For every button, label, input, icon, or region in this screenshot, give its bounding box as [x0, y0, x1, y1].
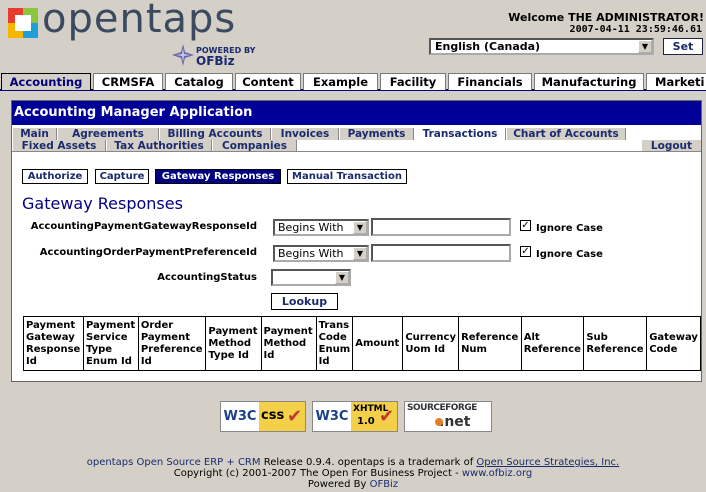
- open-source-strategies-link[interactable]: Open Source Strategies, Inc.: [476, 457, 619, 468]
- footer-release: Release 0.9.4. opentaps is a trademark o…: [263, 457, 474, 468]
- chevron-down-icon[interactable]: ▼: [353, 221, 367, 234]
- chevron-down-icon[interactable]: ▼: [353, 247, 367, 260]
- footer-copyright: Copyright (c) 2001-2007 The Open For Bus…: [173, 468, 459, 479]
- validation-badges: W3C css ✔ W3C XHTML 1.0 ✔ SOURCEFORGE .n…: [220, 401, 495, 433]
- order-payment-preference-ignore-case-label: Ignore Case: [536, 249, 603, 260]
- footer-product: opentaps Open Source ERP + CRM: [86, 457, 261, 468]
- ofbiz-org-link[interactable]: www.ofbiz.org: [462, 468, 532, 479]
- subnav-invoices[interactable]: Invoices: [271, 128, 339, 140]
- column-header[interactable]: Payment Method Type Id: [205, 316, 262, 371]
- order-payment-preference-operator-select[interactable]: Begins With ▼: [273, 245, 369, 262]
- logo-text: opentaps: [42, 0, 237, 42]
- application-panel: Accounting Manager Application Main Agre…: [11, 100, 702, 382]
- column-header[interactable]: Payment Gateway Response Id: [23, 316, 84, 371]
- welcome-message: Welcome THE ADMINISTRATOR!: [508, 11, 704, 24]
- sourceforge-dot-icon: [435, 418, 443, 426]
- subnav-main[interactable]: Main: [12, 128, 57, 140]
- opentaps-logo-mark-icon: [8, 8, 38, 38]
- gateway-response-ignore-case-label: Ignore Case: [536, 223, 603, 234]
- tab-catalog[interactable]: Catalog: [165, 73, 233, 90]
- subnav-chart-of-accounts[interactable]: Chart of Accounts: [506, 128, 626, 140]
- locale-select[interactable]: English (Canada) ▼: [429, 38, 654, 55]
- ofbiz-star-icon: [172, 44, 194, 66]
- gateway-response-operator-select[interactable]: Begins With ▼: [273, 219, 369, 236]
- subnav-transactions[interactable]: Transactions: [414, 128, 506, 140]
- subnav-payments[interactable]: Payments: [339, 128, 414, 140]
- opentaps-logo: opentaps POWERED BY OFBiz: [4, 0, 264, 68]
- authorize-button[interactable]: Authorize: [22, 169, 88, 184]
- subnav-billing-accounts[interactable]: Billing Accounts: [159, 128, 271, 140]
- table-header-row: Payment Gateway Response Id Payment Serv…: [23, 316, 701, 371]
- column-header[interactable]: Currency Uom Id: [402, 316, 460, 371]
- column-header[interactable]: Payment Service Type Enum Id: [83, 316, 139, 371]
- checkmark-icon: ✔: [287, 406, 303, 427]
- gateway-response-id-label: AccountingPaymentGatewayResponseId: [30, 221, 257, 232]
- order-payment-preference-operator-value: Begins With: [278, 247, 344, 260]
- w3c-label: W3C: [221, 402, 259, 431]
- tab-marketing[interactable]: Marketi: [646, 73, 706, 90]
- ofbiz-link[interactable]: OFBiz: [370, 479, 399, 490]
- ofbiz-label: OFBiz: [196, 54, 235, 68]
- sourceforge-badge[interactable]: SOURCEFORGE .net: [404, 401, 492, 432]
- footer-line-3: Powered By OFBiz: [0, 479, 706, 490]
- w3c-label: W3C: [313, 402, 351, 431]
- tab-accounting[interactable]: Accounting: [1, 73, 91, 90]
- status-label: AccountingStatus: [157, 272, 257, 283]
- app-title: Accounting Manager Application: [12, 101, 701, 125]
- current-datetime: 2007-04-11 23:59:46.61: [569, 24, 702, 35]
- sourceforge-label: SOURCEFORGE: [407, 403, 477, 413]
- app-sub-navigation: Main Agreements Billing Accounts Invoice…: [12, 128, 701, 152]
- column-header[interactable]: Reference Num: [458, 316, 522, 371]
- column-header[interactable]: Amount: [352, 316, 404, 371]
- gateway-response-operator-value: Begins With: [278, 221, 344, 234]
- subnav-agreements[interactable]: Agreements: [57, 128, 159, 140]
- footer-powered-by: Powered By: [307, 479, 367, 490]
- column-header[interactable]: Sub Reference: [583, 316, 648, 371]
- footer-line-2: Copyright (c) 2001-2007 The Open For Bus…: [0, 468, 706, 479]
- manual-transaction-button[interactable]: Manual Transaction: [287, 169, 407, 184]
- gateway-responses-button[interactable]: Gateway Responses: [155, 169, 281, 184]
- column-header[interactable]: Order Payment Preference Id: [137, 316, 207, 371]
- page-title: Gateway Responses: [22, 194, 183, 213]
- tab-content[interactable]: Content: [235, 73, 301, 90]
- chevron-down-icon[interactable]: ▼: [638, 40, 652, 53]
- tab-crmsfa[interactable]: CRMSFA: [93, 73, 163, 90]
- checkmark-icon: ✔: [379, 406, 395, 427]
- tab-facility[interactable]: Facility: [380, 73, 446, 90]
- w3c-css-badge[interactable]: W3C css ✔: [220, 401, 306, 432]
- gateway-response-id-input[interactable]: [371, 218, 511, 236]
- order-payment-preference-ignore-case-checkbox[interactable]: ✓: [520, 246, 531, 257]
- lookup-button[interactable]: Lookup: [271, 293, 338, 310]
- tab-example[interactable]: Example: [303, 73, 378, 90]
- locale-select-value: English (Canada): [435, 40, 541, 53]
- css-label: css: [261, 408, 285, 423]
- net-label: .net: [439, 414, 471, 430]
- chevron-down-icon[interactable]: ▼: [335, 271, 349, 284]
- gateway-response-ignore-case-checkbox[interactable]: ✓: [520, 220, 531, 231]
- footer-line-1: opentaps Open Source ERP + CRM Release 0…: [0, 457, 706, 468]
- order-payment-preference-id-input[interactable]: [371, 244, 511, 262]
- tab-manufacturing[interactable]: Manufacturing: [534, 73, 644, 90]
- gateway-responses-table: Payment Gateway Response Id Payment Serv…: [23, 316, 701, 371]
- capture-button[interactable]: Capture: [95, 169, 149, 184]
- column-header[interactable]: Payment Method Id: [260, 316, 317, 371]
- page-footer: opentaps Open Source ERP + CRM Release 0…: [0, 457, 706, 490]
- main-app-tabs: Accounting CRMSFA Catalog Content Exampl…: [0, 73, 706, 91]
- powered-by-ofbiz: POWERED BY OFBiz: [196, 46, 255, 68]
- set-locale-button[interactable]: Set: [663, 38, 703, 55]
- column-header[interactable]: Gateway Code: [646, 316, 701, 371]
- order-payment-preference-id-label: AccountingOrderPaymentPreferenceId: [39, 247, 257, 258]
- subnav-divider: [12, 151, 701, 152]
- tab-financials[interactable]: Financials: [448, 73, 532, 90]
- column-header[interactable]: Trans Code Enum Id: [315, 316, 354, 371]
- column-header[interactable]: Alt Reference: [520, 316, 585, 371]
- status-select[interactable]: ▼: [271, 269, 351, 286]
- xhtml-version-label: 1.0: [357, 416, 375, 427]
- w3c-xhtml-badge[interactable]: W3C XHTML 1.0 ✔: [312, 401, 398, 432]
